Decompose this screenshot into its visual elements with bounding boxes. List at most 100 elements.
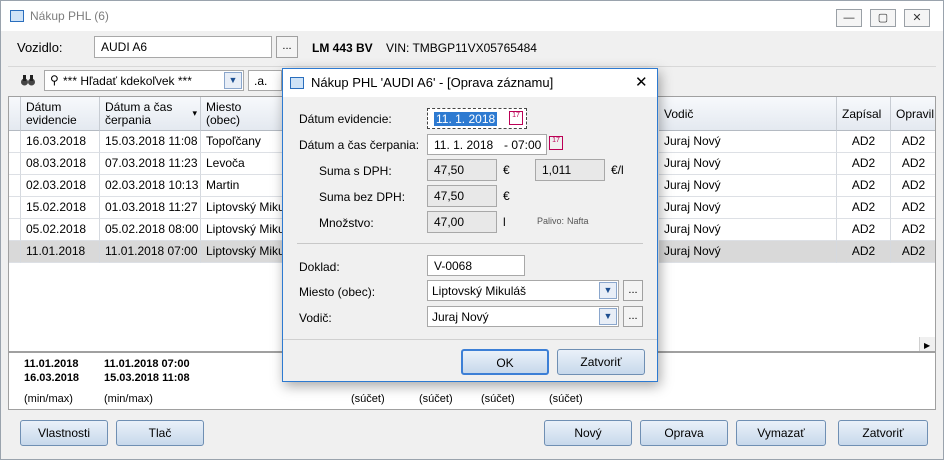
footer-evid-min: 11.01.2018 [24,358,79,370]
table-cell-zapisal[interactable]: AD2 [837,131,891,153]
vehicle-browse-button[interactable]: ... [276,36,298,58]
doklad-field[interactable]: V-0068 [427,255,525,276]
dialog-zatvorit-button[interactable]: Zatvoriť [557,349,645,375]
table-cell-vodic[interactable]: Juraj Nový [659,197,837,219]
row-indicator[interactable] [9,131,21,153]
table-cell-zapisal[interactable]: AD2 [837,197,891,219]
suma-dph-field[interactable]: 47,50 [427,159,497,181]
table-cell-opravil[interactable]: AD2 [891,241,935,263]
table-cell-evid[interactable]: 05.02.2018 [21,219,100,241]
table-cell-evid[interactable]: 08.03.2018 [21,153,100,175]
suma-bez-field[interactable]: 47,50 [427,185,497,207]
window-title: Nákup PHL (6) [30,9,109,23]
chevron-down-icon[interactable]: ▼ [599,282,617,299]
calendar-icon[interactable]: 17 [509,111,523,125]
table-cell-zapisal[interactable]: AD2 [837,241,891,263]
palivo-value: Nafta [567,216,589,226]
table-cell-miesto[interactable]: Liptovský Mikul [201,219,283,241]
vodic-combo[interactable]: Juraj Nový ▼ [427,306,619,327]
table-cell-opravil[interactable]: AD2 [891,131,935,153]
eur-unit-2: € [503,189,510,203]
vodic-browse-button[interactable]: ... [623,306,643,327]
miesto-combo[interactable]: Liptovský Mikuláš ▼ [427,280,619,301]
close-window-button[interactable]: ✕ [904,9,930,27]
scrollbar-arrow[interactable]: ▶ [919,337,935,351]
column-header-zapisal[interactable]: Zapísal [837,97,891,131]
table-cell-vodic[interactable]: Juraj Nový [659,153,837,175]
novy-button[interactable]: Nový [544,420,632,446]
table-cell-opravil[interactable]: AD2 [891,153,935,175]
eur-unit: € [503,163,510,177]
table-cell-opravil[interactable]: AD2 [891,197,935,219]
table-cell-miesto[interactable]: Liptovský Mikul [201,197,283,219]
column-header-opravil[interactable]: Opravil [891,97,935,131]
table-cell-evid[interactable]: 02.03.2018 [21,175,100,197]
table-cell-vodic[interactable]: Juraj Nový [659,131,837,153]
unit-price-field[interactable]: 1,011 [535,159,605,181]
table-cell-opravil[interactable]: AD2 [891,175,935,197]
row-indicator[interactable] [9,175,21,197]
datum-cerp-field[interactable]: 11. 1. 2018- 07:00 [427,134,547,155]
table-cell-cerp[interactable]: 07.03.2018 11:23 [100,153,201,175]
search-mode-combo[interactable]: .a. [248,70,282,91]
table-cell-miesto[interactable]: Levoča [201,153,283,175]
app-icon [10,10,24,22]
table-cell-vodic[interactable]: Juraj Nový [659,219,837,241]
binoculars-icon[interactable] [20,72,36,88]
table-cell-vodic[interactable]: Juraj Nový [659,241,837,263]
vodic-label: Vodič: [299,311,332,325]
dialog-close-icon[interactable]: ✕ [635,73,648,91]
column-header-cerpanie[interactable]: Dátum a čas čerpania ▾ [100,97,201,131]
vymazat-button[interactable]: Vymazať [736,420,826,446]
tlac-button[interactable]: Tlač [116,420,204,446]
chevron-down-icon[interactable]: ▼ [599,308,617,325]
table-cell-opravil[interactable]: AD2 [891,219,935,241]
search-combo[interactable]: ⚲ *** Hľadať kdekoľvek *** ▼ [44,70,244,91]
zatvorit-button[interactable]: Zatvoriť [838,420,928,446]
table-cell-zapisal[interactable]: AD2 [837,219,891,241]
minimize-button[interactable]: — [836,9,862,27]
table-cell-cerp[interactable]: 11.01.2018 07:00 [100,241,201,263]
table-cell-evid[interactable]: 16.03.2018 [21,131,100,153]
dialog-icon [290,77,304,89]
datum-cerp-label: Dátum a čas čerpania: [299,138,420,152]
chevron-down-icon[interactable]: ▼ [224,72,242,89]
maximize-button[interactable]: ▢ [870,9,896,27]
row-indicator[interactable] [9,241,21,263]
table-cell-miesto[interactable]: Martin [201,175,283,197]
vlastnosti-button[interactable]: Vlastnosti [20,420,108,446]
row-indicator[interactable] [9,153,21,175]
miesto-browse-button[interactable]: ... [623,280,643,301]
table-cell-cerp[interactable]: 01.03.2018 11:27 [100,197,201,219]
table-cell-evid[interactable]: 11.01.2018 [21,241,100,263]
edit-dialog: Nákup PHL 'AUDI A6' - [Oprava záznamu] ✕… [282,68,658,382]
eur-per-liter-unit: €/l [611,163,624,177]
liter-unit: l [503,215,506,229]
table-cell-zapisal[interactable]: AD2 [837,175,891,197]
suma-dph-label: Suma s DPH: [319,164,392,178]
table-cell-miesto[interactable]: Topoľčany [201,131,283,153]
row-indicator[interactable] [9,197,21,219]
row-indicator[interactable] [9,219,21,241]
calendar-icon[interactable]: 17 [549,136,563,150]
table-cell-vodic[interactable]: Juraj Nový [659,175,837,197]
mnozstvo-field[interactable]: 47,00 [427,211,497,233]
ok-button[interactable]: OK [461,349,549,375]
table-cell-cerp[interactable]: 02.03.2018 10:13 [100,175,201,197]
column-header-miesto[interactable]: Miesto (obec) [201,97,283,131]
search-input[interactable]: *** Hľadať kdekoľvek *** [63,74,192,88]
table-cell-miesto[interactable]: Liptovský Mikul [201,241,283,263]
footer-sum-4: (súčet) [549,393,583,405]
table-cell-evid[interactable]: 15.02.2018 [21,197,100,219]
oprava-button[interactable]: Oprava [640,420,728,446]
table-cell-zapisal[interactable]: AD2 [837,153,891,175]
dialog-title: Nákup PHL 'AUDI A6' - [Oprava záznamu] [311,75,554,90]
table-cell-cerp[interactable]: 05.02.2018 08:00 [100,219,201,241]
column-header-evidencia[interactable]: Dátum evidencie [21,97,100,131]
table-cell-cerp[interactable]: 15.03.2018 11:08 [100,131,201,153]
footer-minmax-2: (min/max) [104,393,153,405]
vehicle-field[interactable]: AUDI A6 [94,36,272,58]
separator [297,243,643,244]
doklad-label: Doklad: [299,260,340,274]
column-header-vodic[interactable]: Vodič [659,97,837,131]
